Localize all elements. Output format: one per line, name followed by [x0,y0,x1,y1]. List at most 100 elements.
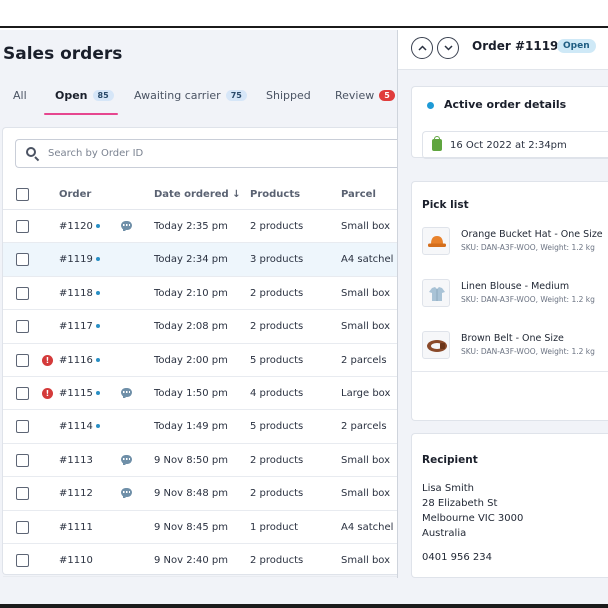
tab-count-badge: 85 [92,90,114,101]
row-checkbox[interactable] [16,220,29,233]
order-date-cell: Today 2:00 pm [154,354,228,366]
row-checkbox[interactable] [16,554,29,567]
tab-review[interactable]: Review 5 [335,89,395,102]
order-id[interactable]: #1117 [59,321,100,332]
recipient-title: Recipient [422,454,478,466]
row-checkbox[interactable] [16,487,29,501]
belt-icon [422,331,450,359]
search-icon [26,146,40,161]
parcel-cell: Small box [341,287,391,299]
row-checkbox[interactable] [16,320,29,334]
row-checkbox[interactable] [16,286,29,300]
comment-icon[interactable] [121,454,132,465]
recipient-country: Australia [422,528,467,539]
pick-item-sku: SKU: DAN-A3F-WOO, Weight: 1.2 kg [461,295,595,304]
recipient-panel: Recipient Lisa Smith 28 Elizabeth St Mel… [411,433,608,578]
order-id[interactable]: #1113 [59,455,93,466]
table-row[interactable]: #1110 9 Nov 2:40 pm 2 products Small box [3,544,401,578]
row-checkbox[interactable] [16,520,29,534]
comment-icon[interactable] [121,388,132,398]
order-id[interactable]: #1110 [59,555,93,566]
order-id[interactable]: #1114 [59,421,100,432]
recipient-phone: 0401 956 234 [422,552,492,563]
tab-all[interactable]: All [13,89,27,102]
pick-item-sku: SKU: DAN-A3F-WOO, Weight: 1.2 kg [461,243,595,252]
page-title: Sales orders [3,44,123,64]
order-id[interactable]: #1111 [59,522,93,533]
column-header-parcel[interactable]: Parcel [341,189,376,200]
tab-label: Shipped [266,89,311,102]
column-header-order[interactable]: Order [59,189,91,200]
column-header-date-ordered[interactable]: Date ordered ↓ [154,189,241,200]
tab-open[interactable]: Open 85 [55,89,114,102]
tab-shipped[interactable]: Shipped [266,89,311,102]
order-date-cell: Today 2:10 pm [154,287,228,299]
select-all-checkbox[interactable] [16,188,29,201]
order-date-cell: Today 2:34 pm [154,254,228,266]
comment-icon[interactable] [121,488,132,499]
table-row[interactable]: #1119 Today 2:34 pm 3 products A4 satchel [3,243,401,277]
products-cell: 5 products [250,354,304,366]
pick-item-name: Linen Blouse - Medium [461,281,570,292]
order-date-cell: Today 2:35 pm [154,221,228,232]
order-date-cell: Today 1:50 pm [154,388,228,399]
unread-dot-icon [95,391,100,395]
table-row[interactable]: #1118 Today 2:10 pm 2 products Small box [3,277,401,311]
tab-awaiting-carrier[interactable]: Awaiting carrier 75 [134,89,247,102]
comment-icon[interactable] [121,221,132,231]
row-checkbox[interactable] [16,253,29,267]
order-id[interactable]: #1118 [59,288,100,299]
order-title: Order #1119 [472,39,559,53]
previous-order-button[interactable] [411,37,433,59]
order-id[interactable]: #1116 [59,355,100,366]
search-input[interactable] [48,148,368,159]
unread-dot-icon [95,324,100,329]
parcel-cell: Large box [341,388,391,399]
products-cell: 2 products [250,454,304,466]
table-row[interactable]: #1114 Today 1:49 pm 5 products 2 parcels [3,410,401,444]
active-status-dot-icon [427,102,434,109]
chevron-down-icon [443,45,453,51]
order-id-text: #1118 [59,287,93,299]
table-row[interactable]: #1112 9 Nov 8:48 pm 2 products Small box [3,477,401,511]
row-checkbox[interactable] [16,453,29,467]
table-row[interactable]: #1120 Today 2:35 pm 2 products Small box [3,210,401,244]
status-badge: Open [557,39,596,53]
column-header-products[interactable]: Products [250,189,300,200]
app-window: Sales orders All Open 85 Awaiting carrie… [0,30,608,604]
recipient-address-line1: 28 Elizabeth St [422,498,498,509]
table-row[interactable]: #1113 9 Nov 8:50 pm 2 products Small box [3,444,401,478]
order-id[interactable]: #1120 [59,221,100,232]
order-id-text: #1116 [59,354,93,366]
table-row[interactable]: ! #1115 Today 1:50 pm 4 products Large box [3,377,401,411]
blouse-icon [422,279,450,307]
next-order-button[interactable] [437,37,459,59]
row-checkbox[interactable] [16,353,29,367]
products-cell: 1 product [250,521,299,533]
order-id-text: #1120 [59,221,93,232]
order-id-text: #1117 [59,321,93,333]
table-row[interactable]: #1111 9 Nov 8:45 pm 1 product A4 satchel [3,511,401,544]
unread-dot-icon [95,290,100,295]
pick-list-item[interactable]: Brown Belt - One Size SKU: DAN-A3F-WOO, … [422,331,608,371]
search-box [15,139,401,168]
parcel-cell: Small box [341,488,391,500]
chevron-up-icon [417,45,427,51]
row-checkbox[interactable] [16,387,29,400]
products-cell: 2 products [250,488,304,500]
row-checkbox[interactable] [16,420,29,434]
products-cell: 4 products [250,388,304,399]
order-id[interactable]: #1115 [59,388,100,399]
pick-list-item[interactable]: Orange Bucket Hat - One Size SKU: DAN-A3… [422,227,608,267]
order-id[interactable]: #1119 [59,254,100,265]
pick-list-item[interactable]: Linen Blouse - Medium SKU: DAN-A3F-WOO, … [422,279,608,319]
table-row[interactable]: ! #1116 Today 2:00 pm 5 products 2 parcels [3,344,401,377]
recipient-address-line2: Melbourne VIC 3000 [422,513,524,524]
tab-count-badge: 5 [379,90,395,101]
table-row[interactable]: #1117 Today 2:08 pm 2 products Small box [3,310,401,344]
hat-icon [422,227,450,255]
order-date-cell: 9 Nov 8:48 pm [154,488,228,500]
screen-frame: Sales orders All Open 85 Awaiting carrie… [0,0,608,608]
order-id[interactable]: #1112 [59,488,93,499]
tab-count-badge: 75 [225,90,247,101]
